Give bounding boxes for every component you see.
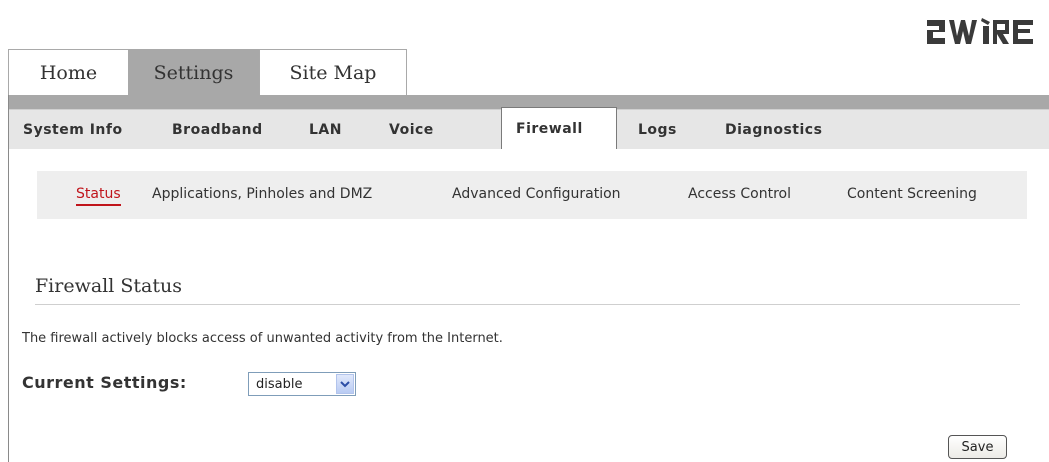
subtab-diagnostics[interactable]: Diagnostics	[725, 110, 822, 149]
subtab-voice[interactable]: Voice	[389, 110, 434, 149]
2wire-logo	[927, 18, 1033, 44]
settings-subnav: System Info Broadband LAN Voice Firewall…	[9, 107, 1049, 150]
subtab-lan[interactable]: LAN	[309, 110, 342, 149]
subtab-firewall[interactable]: Firewall	[501, 107, 617, 150]
current-settings-value: disable	[256, 377, 303, 392]
subtab-system-info[interactable]: System Info	[23, 110, 123, 149]
current-settings-label: Current Settings:	[22, 373, 187, 392]
firewall-nav-content-screening[interactable]: Content Screening	[847, 186, 977, 202]
content-panel: Status Applications, Pinholes and DMZ Ad…	[9, 149, 1049, 462]
section-description: The firewall actively blocks access of u…	[22, 331, 503, 346]
subtab-broadband[interactable]: Broadband	[172, 110, 263, 149]
firewall-subnav: Status Applications, Pinholes and DMZ Ad…	[37, 171, 1027, 219]
firewall-nav-access-control[interactable]: Access Control	[688, 186, 791, 202]
subtab-logs[interactable]: Logs	[638, 110, 677, 149]
tab-site-map[interactable]: Site Map	[259, 49, 407, 95]
section-divider	[35, 304, 1020, 305]
current-settings-select[interactable]: disable	[248, 372, 356, 396]
section-title: Firewall Status	[35, 275, 182, 297]
save-button[interactable]: Save	[948, 435, 1007, 459]
tab-settings[interactable]: Settings	[128, 49, 259, 95]
settings-frame: System Info Broadband LAN Voice Firewall…	[8, 95, 1049, 462]
tab-home[interactable]: Home	[8, 49, 128, 95]
firewall-nav-status[interactable]: Status	[76, 186, 121, 206]
chevron-down-icon[interactable]	[336, 374, 354, 394]
firewall-nav-applications[interactable]: Applications, Pinholes and DMZ	[152, 186, 372, 202]
firewall-nav-advanced[interactable]: Advanced Configuration	[452, 186, 621, 202]
